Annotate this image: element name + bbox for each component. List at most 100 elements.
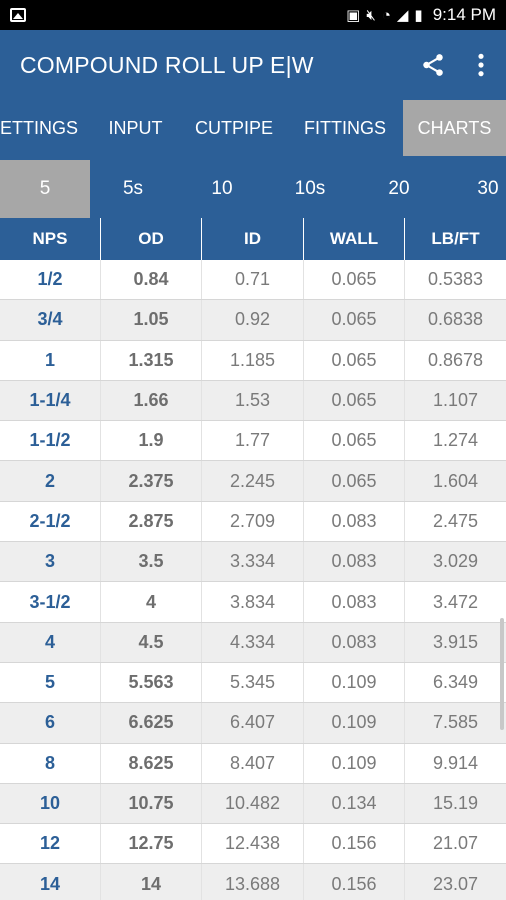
cell-od: 4: [101, 582, 202, 622]
schedule-tab-10s[interactable]: 10s: [265, 160, 355, 218]
tab-fittings[interactable]: FITTINGS: [287, 100, 403, 156]
cell-wall: 0.065: [304, 380, 405, 421]
cell-id: 1.185: [202, 340, 304, 380]
status-bar: ▣ 🔇︎ ◔ ◢ ▮ 9:14 PM: [0, 0, 506, 30]
cell-lbft: 7.585: [432, 712, 479, 733]
cell-od: 2.875: [101, 501, 202, 542]
table-row: 6 6.625 6.407 0.109 7.585: [0, 703, 506, 744]
cell-od: 0.84: [101, 260, 202, 300]
cell-id: 3.334: [202, 542, 304, 582]
tab-input[interactable]: INPUT: [90, 100, 181, 156]
header-nps: NPS: [0, 218, 101, 260]
cell-lbft: 1.604: [432, 470, 479, 491]
tab-charts[interactable]: CHARTS: [403, 100, 506, 156]
table-row: 3-1/2 4 3.834 0.083 3.472: [0, 582, 506, 623]
cell-lbft: 0.6838: [427, 309, 484, 330]
cell-wall: 0.065: [304, 461, 405, 501]
cell-wall: 0.109: [304, 662, 405, 703]
cell-od: 1.315: [101, 340, 202, 380]
schedule-tab-30[interactable]: 30: [443, 160, 506, 218]
wifi-icon: ◔: [381, 6, 391, 24]
gallery-icon: [10, 8, 26, 22]
header-id: ID: [202, 218, 304, 260]
cell-lbft: 0.8678: [427, 349, 484, 370]
cell-id: 0.71: [202, 260, 304, 300]
cell-lbft: 23.07: [432, 873, 479, 894]
table-row: 1 1.315 1.185 0.065 0.8678: [0, 340, 506, 381]
cell-wall: 0.156: [304, 864, 405, 900]
pipe-table-body[interactable]: 1/2 0.84 0.71 0.065 0.5383 3/4 1.05 0.92 0.065 0.…: [0, 260, 506, 900]
cell-wall: 0.065: [304, 421, 405, 461]
table-row: 1/2 0.84 0.71 0.065 0.5383: [0, 260, 506, 301]
cell-id: 10.482: [202, 783, 304, 824]
cell-od: 14: [101, 864, 202, 900]
nfc-icon: ▣: [346, 6, 361, 24]
schedule-tab-5[interactable]: 5: [0, 160, 90, 218]
signal-icon: ◢: [396, 6, 409, 24]
cell-wall: 0.083: [304, 582, 405, 622]
cell-nps: 3/4: [0, 300, 101, 340]
cell-id: 12.438: [202, 824, 304, 864]
schedule-tab-20[interactable]: 20: [354, 160, 444, 218]
cell-nps: 2-1/2: [0, 501, 101, 542]
table-header: NPS OD ID WALL LB/FT: [0, 218, 506, 260]
cell-od: 8.625: [101, 743, 202, 783]
cell-lbft: 1.107: [432, 390, 479, 411]
cell-od: 10.75: [101, 783, 202, 824]
tab-settings[interactable]: ETTINGS: [0, 100, 90, 156]
cell-id: 5.345: [202, 662, 304, 703]
cell-nps: 3: [0, 542, 101, 582]
cell-wall: 0.065: [304, 300, 405, 340]
cell-id: 6.407: [202, 703, 304, 743]
cell-nps: 5: [0, 662, 101, 703]
cell-wall: 0.156: [304, 824, 405, 864]
cell-lbft: 0.5383: [427, 269, 484, 290]
header-od: OD: [101, 218, 202, 260]
header-wall: WALL: [304, 218, 405, 260]
cell-id: 1.77: [202, 421, 304, 461]
cell-nps: 6: [0, 703, 101, 743]
table-row: 1-1/4 1.66 1.53 0.065 1.107: [0, 380, 506, 422]
app-bar: COMPOUND ROLL UP E|W: [0, 30, 506, 100]
table-row: 2 2.375 2.245 0.065 1.604: [0, 461, 506, 502]
table-row: 8 8.625 8.407 0.109 9.914: [0, 743, 506, 784]
cell-id: 13.688: [202, 864, 304, 900]
status-time: 9:14 PM: [432, 5, 496, 24]
scrollbar[interactable]: [500, 618, 504, 730]
table-row: 10 10.75 10.482 0.134 15.19: [0, 783, 506, 825]
cell-nps: 2: [0, 461, 101, 501]
cell-nps: 1/2: [0, 260, 101, 300]
cell-od: 1.9: [101, 421, 202, 461]
schedule-tab-10[interactable]: 10: [177, 160, 267, 218]
tab-cutpipe[interactable]: CUTPIPE: [181, 100, 287, 156]
main-tabs: ETTINGS INPUT CUTPIPE FITTINGS CHARTS: [0, 100, 506, 160]
cell-lbft: 3.915: [432, 631, 479, 652]
cell-nps: 1-1/2: [0, 421, 101, 461]
share-icon[interactable]: [420, 52, 446, 78]
header-lbft: LB/FT: [431, 229, 480, 248]
cell-wall: 0.083: [304, 542, 405, 582]
cell-lbft: 15.19: [432, 793, 479, 813]
app-title: COMPOUND ROLL UP E|W: [20, 51, 314, 78]
cell-id: 8.407: [202, 743, 304, 783]
table-row: 2-1/2 2.875 2.709 0.083 2.475: [0, 501, 506, 543]
status-icons: ▣ 🔇︎ ◔ ◢ ▮ 9:14 PM: [346, 5, 496, 25]
cell-wall: 0.109: [304, 743, 405, 783]
cell-od: 6.625: [101, 703, 202, 743]
cell-nps: 3-1/2: [0, 582, 101, 622]
cell-od: 12.75: [101, 824, 202, 864]
cell-nps: 8: [0, 743, 101, 783]
cell-id: 0.92: [202, 300, 304, 340]
schedule-tabs: 5 5s 10 10s 20 30: [0, 160, 506, 218]
table-row: 3 3.5 3.334 0.083 3.029: [0, 542, 506, 583]
schedule-tab-5s[interactable]: 5s: [88, 160, 178, 218]
mute-icon: 🔇︎: [366, 6, 376, 24]
battery-icon: ▮: [414, 6, 423, 24]
cell-id: 2.709: [202, 501, 304, 542]
table-row: 12 12.75 12.438 0.156 21.07: [0, 824, 506, 865]
cell-lbft: 2.475: [432, 510, 479, 531]
more-vert-icon[interactable]: [476, 52, 486, 78]
cell-lbft: 21.07: [432, 833, 479, 854]
cell-nps: 1: [0, 340, 101, 380]
cell-od: 4.5: [101, 622, 202, 662]
